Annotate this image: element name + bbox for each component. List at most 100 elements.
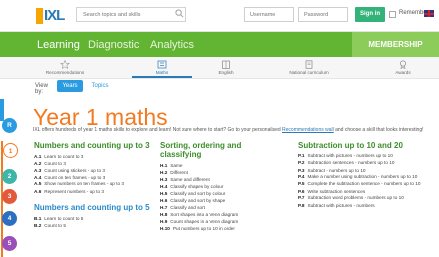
- remember-checkbox[interactable]: [389, 11, 396, 18]
- skill-link[interactable]: H.3 Same and different: [160, 176, 280, 183]
- skill-link[interactable]: B.2 Count to 5: [34, 222, 152, 229]
- tab-recommendations[interactable]: Recommendations: [35, 58, 95, 78]
- main-nav: Learning Diagnostic Analytics MEMBERSHIP: [0, 32, 439, 57]
- skill-link[interactable]: P.8 Subtract with pictures - numbers: [298, 202, 435, 209]
- level-stripe-r: [0, 99, 4, 121]
- sign-in-button[interactable]: Sign in: [355, 7, 385, 22]
- skill-name: Count to 5: [44, 223, 66, 228]
- skill-name: Same and different: [170, 177, 210, 182]
- section-title[interactable]: Numbers and counting up to 5: [34, 203, 152, 212]
- skill-link[interactable]: P.1 Subtract with pictures - numbers up t…: [298, 153, 435, 159]
- tab-label: English: [218, 70, 234, 75]
- skill-name: Sort shapes into a Venn diagram: [170, 212, 239, 217]
- tab-awards[interactable]: Awards: [373, 58, 433, 78]
- intro-end: and choose a skill that looks interestin…: [333, 127, 424, 133]
- skill-link[interactable]: A.5 Show numbers on ten frames - up to 3: [34, 181, 152, 187]
- skill-name: Learn to count to 5: [44, 216, 84, 221]
- skill-link[interactable]: P.2 Subtraction sentences - numbers up to…: [298, 160, 435, 166]
- skill-name: Subtract - numbers up to 10: [307, 168, 366, 173]
- skill-link[interactable]: A.2 Count to 3: [34, 160, 152, 167]
- password-field[interactable]: [298, 7, 348, 22]
- skills-column-1: Numbers and counting up to 3 A.1 Learn to…: [34, 141, 152, 229]
- section-title[interactable]: Numbers and counting up to 3: [34, 141, 152, 150]
- skill-code: B.1: [34, 216, 42, 221]
- username-field[interactable]: [244, 7, 294, 22]
- skill-link[interactable]: A.6 Represent numbers - up to 3: [34, 188, 152, 195]
- skill-name: Different: [170, 170, 188, 175]
- level-badge-3[interactable]: 3: [2, 189, 17, 204]
- skill-link[interactable]: H.1 Same: [160, 162, 280, 169]
- skill-name: Count using stickers - up to 3: [44, 168, 106, 173]
- skill-link[interactable]: H.8 Sort shapes into a Venn diagram: [160, 211, 280, 218]
- skill-name: Learn to count to 3: [44, 154, 84, 159]
- tab-label: National curriculum: [289, 70, 329, 75]
- skill-code: A.3: [34, 168, 42, 173]
- skills-column-3: Subtraction up to 10 and 20 P.1 Subtract …: [298, 141, 435, 209]
- maths-icon: [157, 60, 167, 69]
- recommendations-icon: [60, 60, 70, 69]
- skill-code: H.3: [160, 177, 168, 182]
- skill-name: Same: [170, 163, 183, 168]
- skill-link[interactable]: H.7 Classify and sort: [160, 204, 280, 211]
- skill-code: P.5: [298, 181, 305, 186]
- skill-name: Classify and sort: [170, 205, 205, 210]
- skill-code: P.7: [298, 195, 305, 200]
- skill-name: Classify and sort by colour: [170, 191, 226, 196]
- recommendations-wall-link[interactable]: Recommendations wall: [282, 127, 334, 133]
- skill-link[interactable]: H.6 Classify and sort by shape: [160, 197, 280, 204]
- skill-name: Subtraction word problems - numbers up t…: [307, 195, 404, 200]
- tab-label: Recommendations: [45, 70, 85, 75]
- search-input[interactable]: [76, 7, 186, 22]
- skill-code: H.7: [160, 205, 168, 210]
- tab-national-curriculum[interactable]: National curriculum: [279, 58, 339, 78]
- skill-link[interactable]: A.4 Count on ten frames - up to 3: [34, 174, 152, 181]
- skill-link[interactable]: P.5 Complete the subtraction sentence - n…: [298, 181, 435, 187]
- nav-analytics[interactable]: Analytics: [150, 39, 194, 51]
- search-icon[interactable]: [175, 9, 184, 18]
- level-badge-4[interactable]: 4: [2, 211, 17, 226]
- skill-link[interactable]: P.3 Subtract - numbers up to 10: [298, 167, 435, 174]
- section-title[interactable]: Subtraction up to 10 and 20: [298, 141, 435, 150]
- skill-code: H.2: [160, 170, 168, 175]
- uk-flag-icon[interactable]: [424, 10, 434, 17]
- skill-name: Complete the subtraction sentence - numb…: [307, 181, 421, 186]
- membership-button[interactable]: MEMBERSHIP: [352, 32, 439, 57]
- skill-code: H.6: [160, 198, 168, 203]
- skill-code: H.9: [160, 219, 168, 224]
- skill-link[interactable]: A.3 Count using stickers - up to 3: [34, 167, 152, 174]
- level-badge-1[interactable]: 1: [3, 143, 18, 158]
- skill-name: Classify shapes by colour: [170, 184, 224, 189]
- view-by-topics-tab[interactable]: Topics: [87, 80, 113, 92]
- level-badge-2[interactable]: 2: [2, 169, 17, 184]
- tab-english[interactable]: English: [196, 58, 256, 78]
- level-badge-5[interactable]: 5: [2, 236, 17, 251]
- skill-link[interactable]: H.5 Classify and sort by colour: [160, 190, 280, 197]
- level-badge-r[interactable]: R: [2, 118, 17, 133]
- skill-link[interactable]: H.2 Different: [160, 169, 280, 176]
- logo-text: IXL: [44, 7, 65, 24]
- ixl-logo[interactable]: IXL: [36, 8, 70, 24]
- skill-code: H.10: [160, 226, 170, 231]
- tab-maths[interactable]: Maths: [132, 58, 192, 78]
- nav-learning[interactable]: Learning: [37, 39, 80, 51]
- tab-label: Maths: [155, 70, 169, 75]
- english-book-icon: [222, 60, 230, 69]
- section-title[interactable]: Sorting, ordering and classifying: [160, 141, 280, 159]
- skill-name: Classify and sort by shape: [170, 198, 226, 203]
- skill-name: Count shapes in a Venn diagram: [170, 219, 239, 224]
- intro-body: IXL offers hundreds of year 1 maths skil…: [33, 127, 283, 133]
- nav-diagnostic[interactable]: Diagnostic: [88, 39, 139, 51]
- view-by-years-tab[interactable]: Years: [57, 80, 83, 92]
- skill-link[interactable]: B.1 Learn to count to 5: [34, 215, 152, 222]
- skill-link[interactable]: P.6 Write subtraction sentences: [298, 188, 435, 195]
- skill-link[interactable]: P.7 Subtraction word problems - numbers u…: [298, 195, 435, 201]
- view-by-label: View by:: [35, 83, 48, 95]
- skill-link[interactable]: H.9 Count shapes in a Venn diagram: [160, 218, 280, 225]
- skill-link[interactable]: H.10 Put numbers up to 10 in order: [160, 225, 280, 232]
- skill-link[interactable]: A.1 Learn to count to 3: [34, 153, 152, 160]
- tab-label: Awards: [395, 70, 411, 75]
- intro-text: IXL offers hundreds of year 1 maths skil…: [33, 127, 435, 133]
- skill-link[interactable]: P.4 Make a number using subtraction - num…: [298, 174, 435, 180]
- skill-link[interactable]: H.4 Classify shapes by colour: [160, 183, 280, 190]
- skill-code: B.2: [34, 223, 42, 228]
